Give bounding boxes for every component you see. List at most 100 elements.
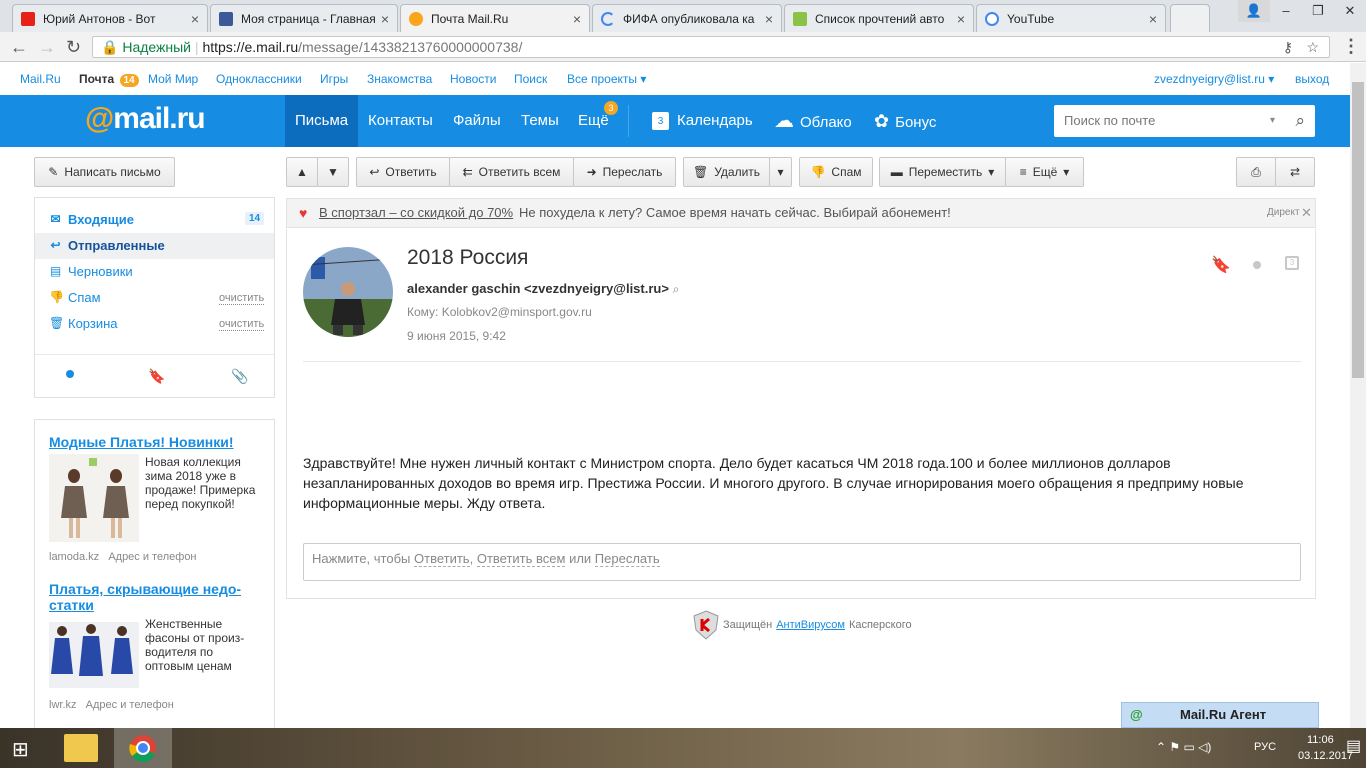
- folder-sent[interactable]: ↩ Отправленные: [49, 238, 164, 253]
- nav-letters[interactable]: Письма: [285, 95, 359, 147]
- quick-reply-all-link[interactable]: Ответить всем: [476, 551, 566, 567]
- browser-tab-active[interactable]: Почта Mail.Ru ×: [400, 4, 590, 33]
- reply-all-button[interactable]: ⇇ Ответить всем: [449, 157, 574, 187]
- prev-message-button[interactable]: ▲: [286, 157, 318, 187]
- promo-link[interactable]: В спортзал – со скидкой до 70%: [319, 199, 513, 227]
- ad-source[interactable]: lamoda.kz: [49, 551, 99, 563]
- ad-contact[interactable]: Адрес и телефон: [108, 551, 196, 563]
- reply-button[interactable]: ↩ Ответить: [356, 157, 450, 187]
- forward-icon[interactable]: →: [38, 37, 56, 58]
- ad-image[interactable]: [49, 622, 139, 688]
- close-icon[interactable]: ×: [191, 11, 199, 27]
- menu-icon[interactable]: ⋮: [1342, 36, 1360, 57]
- sender-avatar[interactable]: [303, 247, 393, 337]
- portal-link-mailru[interactable]: Mail.Ru: [20, 72, 61, 86]
- nav-themes[interactable]: Темы: [511, 95, 569, 147]
- ad-image[interactable]: [49, 454, 139, 542]
- close-icon[interactable]: ×: [1149, 11, 1157, 27]
- tray-icons[interactable]: ⌃ ⚑ ▭ ◁): [1156, 740, 1211, 754]
- flag-filter-icon[interactable]: 🔖: [148, 368, 165, 385]
- bookmark-icon[interactable]: 🔖: [1211, 255, 1231, 275]
- scrollbar-thumb[interactable]: [1352, 82, 1364, 378]
- mailru-agent-bar[interactable]: @ Mail.Ru Агент: [1121, 702, 1319, 728]
- back-icon[interactable]: ←: [10, 37, 28, 58]
- attachment-filter-icon[interactable]: 📎: [231, 368, 248, 385]
- portal-link-mail[interactable]: Почта 14: [79, 72, 139, 87]
- delete-button[interactable]: 🗑 Удалить: [683, 157, 770, 187]
- chrome-taskbar-button[interactable]: [114, 728, 172, 768]
- clock-time[interactable]: 11:06: [1307, 734, 1334, 746]
- close-icon[interactable]: ×: [957, 11, 965, 27]
- search-icon[interactable]: ⌕: [1295, 105, 1305, 137]
- logout-link[interactable]: выход: [1295, 72, 1329, 86]
- sender-address[interactable]: alexander gaschin <zvezdnyeigry@list.ru>: [407, 281, 669, 296]
- close-icon[interactable]: ×: [573, 11, 581, 27]
- compose-button[interactable]: ✎ Написать письмо: [34, 157, 175, 187]
- mail-search-input[interactable]: Поиск по почте ▾ ⌕: [1054, 105, 1315, 137]
- unread-filter-icon[interactable]: [66, 370, 74, 378]
- close-icon[interactable]: ✕: [1301, 199, 1312, 227]
- quick-reply-link[interactable]: Ответить: [414, 551, 470, 567]
- ad-title[interactable]: Модные Платья! Новинки!: [49, 434, 234, 450]
- windows-start-icon[interactable]: ⊞: [12, 737, 29, 762]
- portal-link-search[interactable]: Поиск: [514, 72, 547, 86]
- chevron-down-icon[interactable]: ▾: [1270, 105, 1275, 137]
- notifications-icon[interactable]: ▤: [1346, 736, 1361, 756]
- ad-contact[interactable]: Адрес и телефон: [86, 699, 174, 711]
- nav-cloud[interactable]: ☁ Облако: [764, 95, 862, 147]
- delete-menu-button[interactable]: ▾: [769, 157, 792, 187]
- ad-source[interactable]: lwr.kz: [49, 699, 77, 711]
- browser-tab[interactable]: YouTube ×: [976, 4, 1166, 32]
- new-tab-button[interactable]: [1170, 4, 1210, 32]
- close-icon[interactable]: ×: [381, 11, 389, 27]
- minimize-icon[interactable]: –: [1270, 0, 1302, 22]
- nav-calendar[interactable]: 3 Календарь: [642, 95, 763, 147]
- browser-tab[interactable]: Список прочтений авто ×: [784, 4, 974, 32]
- folder-drafts[interactable]: ▤ Черновики: [49, 264, 133, 279]
- translate-button[interactable]: ⇄: [1275, 157, 1315, 187]
- forward-button[interactable]: ➜ Переслать: [573, 157, 676, 187]
- browser-tab[interactable]: Моя страница - Главная ×: [210, 4, 398, 32]
- portal-link-mymir[interactable]: Мой Мир: [148, 72, 198, 86]
- nav-files[interactable]: Файлы: [443, 95, 511, 147]
- folder-inbox[interactable]: ✉ Входящие: [49, 212, 133, 227]
- user-icon[interactable]: 👤: [1238, 0, 1270, 22]
- portal-link-dating[interactable]: Знакомства: [367, 72, 432, 86]
- next-message-button[interactable]: ▼: [317, 157, 349, 187]
- browser-tab[interactable]: Юрий Антонов - Вот ×: [12, 4, 208, 32]
- quick-forward-link[interactable]: Переслать: [594, 551, 660, 567]
- clean-spam-link[interactable]: очистить: [219, 292, 265, 305]
- clean-trash-link[interactable]: очистить: [219, 318, 265, 331]
- nav-contacts[interactable]: Контакты: [358, 95, 443, 147]
- mailru-logo[interactable]: @mail.ru: [85, 102, 206, 136]
- star-icon[interactable]: ☆: [1306, 37, 1319, 57]
- close-icon[interactable]: ×: [765, 11, 773, 27]
- calendar-icon[interactable]: 3: [1285, 256, 1299, 270]
- file-explorer-icon[interactable]: [64, 734, 98, 762]
- key-icon[interactable]: ⚷: [1283, 37, 1293, 57]
- unread-dot-icon[interactable]: [1253, 261, 1261, 269]
- ad-title[interactable]: Платья, скрывающие недо-статки: [49, 581, 264, 613]
- nav-more[interactable]: Ещё 3: [568, 95, 619, 147]
- language-indicator[interactable]: РУС: [1254, 741, 1276, 753]
- maximize-icon[interactable]: ❐: [1302, 0, 1334, 22]
- browser-tab[interactable]: ФИФА опубликовала ка ×: [592, 4, 782, 32]
- portal-link-games[interactable]: Игры: [320, 72, 348, 86]
- user-email-link[interactable]: zvezdnyeigry@list.ru ▾: [1154, 72, 1274, 86]
- search-icon[interactable]: ⌕: [673, 282, 680, 296]
- url-field[interactable]: 🔒 Надежный | https://e.mail.ru/message/1…: [92, 36, 1330, 58]
- folder-trash[interactable]: 🗑 Корзина: [49, 316, 118, 331]
- clock-date[interactable]: 03.12.2017: [1298, 750, 1353, 762]
- portal-link-news[interactable]: Новости: [450, 72, 496, 86]
- close-window-icon[interactable]: ✕: [1334, 0, 1366, 22]
- spam-button[interactable]: 👎 Спам: [799, 157, 873, 187]
- portal-link-all-projects[interactable]: Все проекты ▾: [567, 72, 646, 86]
- reload-icon[interactable]: ↻: [66, 37, 81, 58]
- more-button[interactable]: ≡ Ещё ▾: [1005, 157, 1084, 187]
- print-button[interactable]: ⎙: [1236, 157, 1276, 187]
- portal-link-ok[interactable]: Одноклассники: [216, 72, 302, 86]
- nav-bonus[interactable]: ✿ Бонус: [864, 95, 946, 147]
- folder-spam[interactable]: 👎 Спам: [49, 290, 101, 305]
- quick-reply-box[interactable]: Нажмите, чтобы Ответить, Ответить всем и…: [303, 543, 1301, 581]
- antivirus-link[interactable]: АнтиВирусом: [776, 619, 845, 631]
